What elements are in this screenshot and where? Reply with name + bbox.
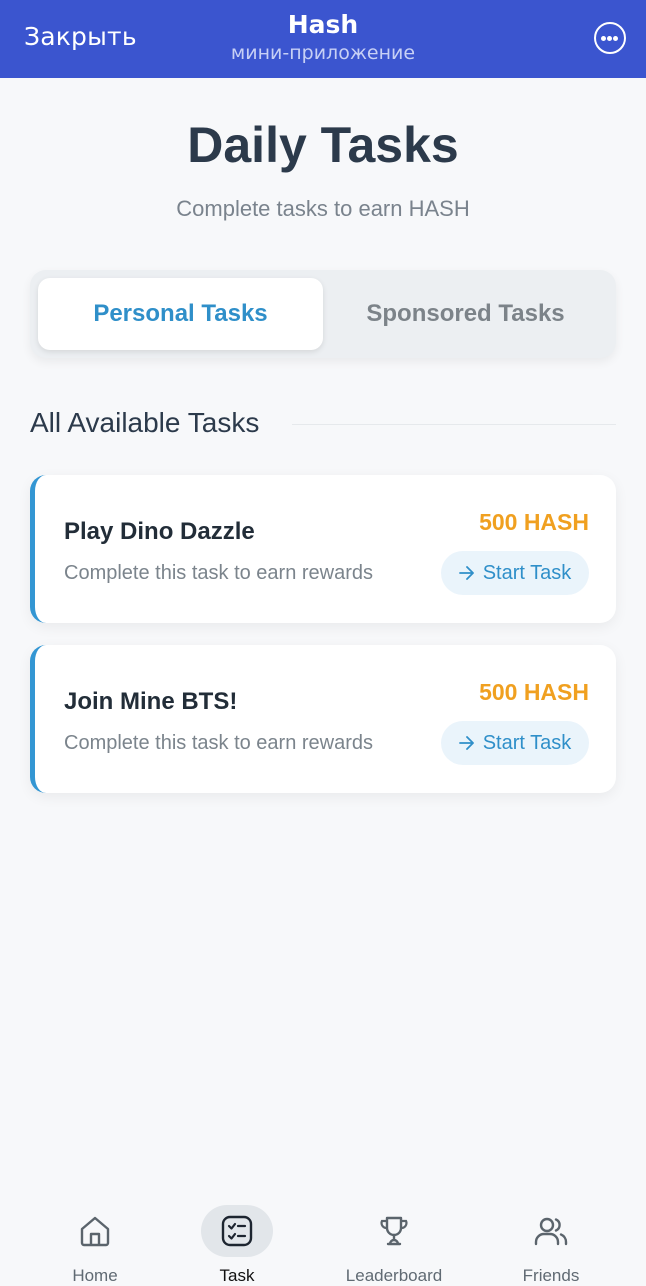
friends-icon [533, 1214, 569, 1248]
topbar-title-group: Hash мини-приложение [0, 10, 646, 64]
nav-item-home[interactable]: Home [35, 1200, 155, 1280]
nav-label: Task [177, 1266, 297, 1286]
page-title: Daily Tasks [0, 116, 646, 174]
task-description: Complete this task to earn rewards [64, 562, 373, 585]
start-task-button[interactable]: Start Task [441, 551, 589, 595]
arrow-right-icon [459, 566, 475, 580]
app-title: Hash [0, 10, 646, 39]
start-task-label: Start Task [483, 732, 572, 755]
task-reward: 500 HASH [479, 679, 589, 706]
task-name: Play Dino Dazzle [64, 518, 255, 546]
app-subtitle: мини-приложение [0, 42, 646, 64]
task-reward: 500 HASH [479, 509, 589, 536]
start-task-label: Start Task [483, 562, 572, 585]
tab-sponsored-tasks[interactable]: Sponsored Tasks [323, 278, 608, 350]
task-card: Play Dino Dazzle Complete this task to e… [30, 475, 616, 623]
trophy-icon [377, 1214, 411, 1248]
arrow-right-icon [459, 736, 475, 750]
section-divider [292, 424, 616, 425]
nav-label: Leaderboard [334, 1266, 454, 1286]
nav-item-task[interactable]: Task [177, 1200, 297, 1280]
section-title: All Available Tasks [30, 407, 259, 439]
nav-item-friends[interactable]: Friends [491, 1200, 611, 1280]
page-subtitle: Complete tasks to earn HASH [0, 196, 646, 222]
bottom-nav: Home Task Leaderboard [0, 1200, 646, 1280]
task-list-icon [220, 1214, 254, 1248]
task-card: Join Mine BTS! Complete this task to ear… [30, 645, 616, 793]
start-task-button[interactable]: Start Task [441, 721, 589, 765]
nav-label: Friends [491, 1266, 611, 1286]
task-name: Join Mine BTS! [64, 688, 237, 716]
nav-item-leaderboard[interactable]: Leaderboard [334, 1200, 454, 1280]
nav-label: Home [35, 1266, 155, 1286]
more-icon[interactable] [594, 22, 626, 54]
home-icon [78, 1214, 112, 1248]
task-description: Complete this task to earn rewards [64, 732, 373, 755]
task-tabs: Personal Tasks Sponsored Tasks [30, 270, 616, 358]
tab-personal-tasks[interactable]: Personal Tasks [38, 278, 323, 350]
telegram-topbar: Закрыть Hash мини-приложение [0, 0, 646, 78]
